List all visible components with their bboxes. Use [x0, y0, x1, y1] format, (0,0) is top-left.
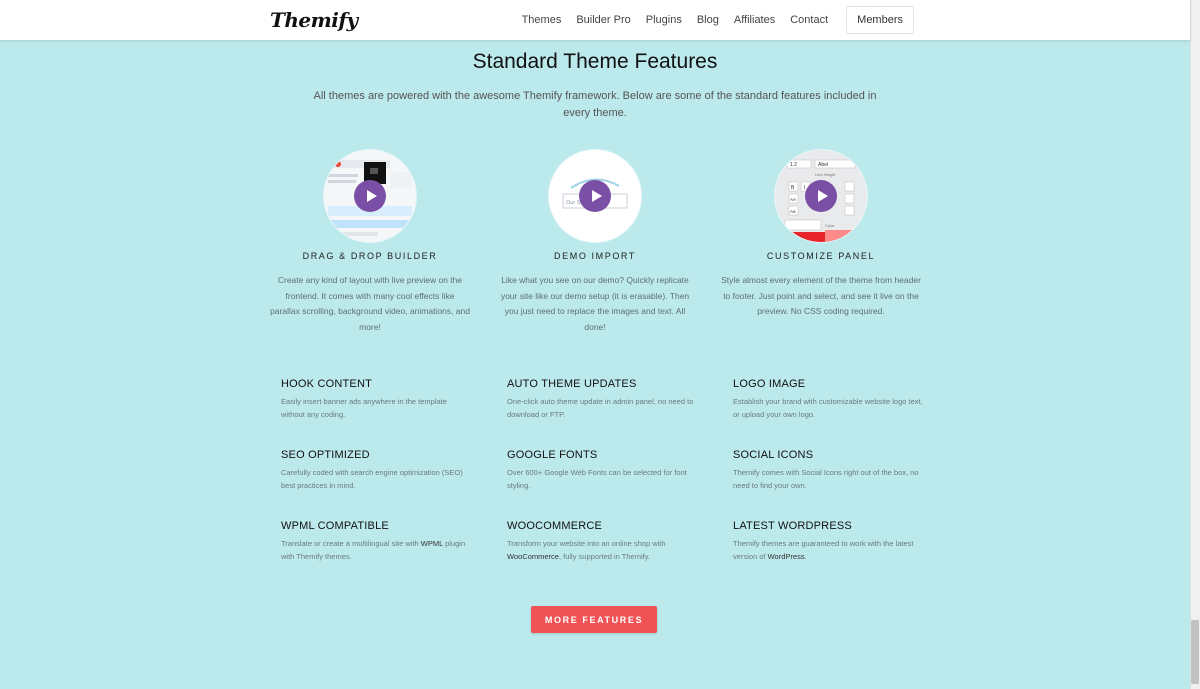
feature-customize-panel: 1.2 Abel Line Height B I AA Aa Color CUS…	[721, 150, 921, 320]
feature-item-wpml-compatible: WPML COMPATIBLE Translate or create a mu…	[281, 520, 471, 563]
section-subtitle: All themes are powered with the awesome …	[313, 90, 877, 119]
item-description: Carefully coded with search engine optim…	[281, 468, 463, 490]
feature-item-latest-wordpress: LATEST WORDPRESS Themify themes are guar…	[733, 520, 923, 563]
feature-item-hook-content: HOOK CONTENT Easily insert banner ads an…	[281, 378, 471, 421]
svg-text:Abel: Abel	[818, 162, 828, 168]
woocommerce-link[interactable]: WooCommerce	[507, 552, 559, 561]
item-title: LATEST WORDPRESS	[733, 520, 852, 532]
wpml-link[interactable]: WPML	[421, 539, 443, 548]
page-scrollbar[interactable]	[1190, 0, 1200, 689]
wordpress-link[interactable]: WordPress	[768, 552, 805, 561]
members-button[interactable]: Members	[846, 6, 914, 34]
scrollbar-thumb[interactable]	[1191, 620, 1199, 684]
nav-themes[interactable]: Themes	[522, 14, 562, 26]
play-button[interactable]	[579, 180, 611, 212]
more-features-button[interactable]: MORE FEATURES	[531, 606, 657, 633]
feature-item-woocommerce: WOOCOMMERCE Transform your website into …	[507, 520, 697, 563]
feature-demo-import: Our Sec... Ser... DEMO IMPORT Like what …	[495, 150, 695, 335]
item-description: Establish your brand with customizable w…	[733, 397, 923, 419]
feature-description: Like what you see on our demo? Quickly r…	[500, 275, 690, 332]
play-button[interactable]	[354, 180, 386, 212]
main-nav: Themes Builder Pro Plugins Blog Affiliat…	[507, 0, 914, 40]
item-title: GOOGLE FONTS	[507, 449, 598, 461]
item-description: Over 600+ Google Web Fonts can be select…	[507, 468, 687, 490]
desc-text: , fully supported in Themify.	[558, 552, 650, 561]
feature-title: CUSTOMIZE PANEL	[766, 251, 876, 261]
site-header: Themify Themes Builder Pro Plugins Blog …	[0, 0, 1190, 40]
item-description: Easily insert banner ads anywhere in the…	[281, 397, 447, 419]
feature-drag-drop-builder: DRAG & DROP BUILDER Create any kind of l…	[270, 150, 470, 335]
play-button[interactable]	[805, 180, 837, 212]
item-description: Themify themes are guaranteed to work wi…	[733, 537, 923, 563]
item-title: WPML COMPATIBLE	[281, 520, 389, 532]
item-description: Translate or create a multilingual site …	[281, 537, 471, 563]
svg-text:Color: Color	[825, 223, 835, 228]
nav-blog[interactable]: Blog	[697, 14, 719, 26]
feature-item-seo-optimized: SEO OPTIMIZED Carefully coded with searc…	[281, 449, 471, 492]
svg-text:Aa: Aa	[790, 209, 796, 214]
svg-text:Line Height: Line Height	[815, 172, 836, 177]
item-title: AUTO THEME UPDATES	[507, 378, 637, 390]
item-description: Transform your website into an online sh…	[507, 537, 697, 563]
feature-description: Create any kind of layout with live prev…	[270, 275, 470, 332]
feature-video-thumbnail[interactable]	[324, 150, 416, 242]
feature-description: Style almost every element of the theme …	[721, 275, 921, 316]
desc-text: Translate or create a multilingual site …	[281, 539, 421, 548]
item-title: LOGO IMAGE	[733, 378, 806, 390]
item-title: SEO OPTIMIZED	[281, 449, 370, 461]
item-title: SOCIAL ICONS	[733, 449, 814, 461]
themify-logo[interactable]: Themify	[270, 8, 358, 32]
section-title: Standard Theme Features	[472, 50, 718, 73]
feature-item-google-fonts: GOOGLE FONTS Over 600+ Google Web Fonts …	[507, 449, 697, 492]
desc-text: Themify themes are guaranteed to work wi…	[733, 539, 914, 561]
nav-contact[interactable]: Contact	[790, 14, 828, 26]
item-description: One-click auto theme update in admin pan…	[507, 397, 694, 419]
svg-text:1.2: 1.2	[790, 162, 797, 168]
item-description: Themify comes with Social Icons right ou…	[733, 468, 919, 490]
item-title: WOOCOMMERCE	[507, 520, 603, 532]
feature-item-social-icons: SOCIAL ICONS Themify comes with Social I…	[733, 449, 923, 492]
feature-item-auto-theme-updates: AUTO THEME UPDATES One-click auto theme …	[507, 378, 697, 421]
feature-video-thumbnail[interactable]: 1.2 Abel Line Height B I AA Aa Color	[775, 150, 867, 242]
desc-text: .	[804, 552, 807, 561]
svg-text:AA: AA	[790, 197, 796, 202]
item-title: HOOK CONTENT	[281, 378, 373, 390]
feature-item-logo-image: LOGO IMAGE Establish your brand with cus…	[733, 378, 923, 421]
nav-builder-pro[interactable]: Builder Pro	[576, 14, 630, 26]
feature-title: DRAG & DROP BUILDER	[302, 251, 438, 261]
nav-affiliates[interactable]: Affiliates	[734, 14, 775, 26]
nav-plugins[interactable]: Plugins	[646, 14, 682, 26]
desc-text: Transform your website into an online sh…	[507, 539, 666, 548]
feature-title: DEMO IMPORT	[554, 251, 636, 261]
feature-video-thumbnail[interactable]: Our Sec... Ser...	[549, 150, 641, 242]
